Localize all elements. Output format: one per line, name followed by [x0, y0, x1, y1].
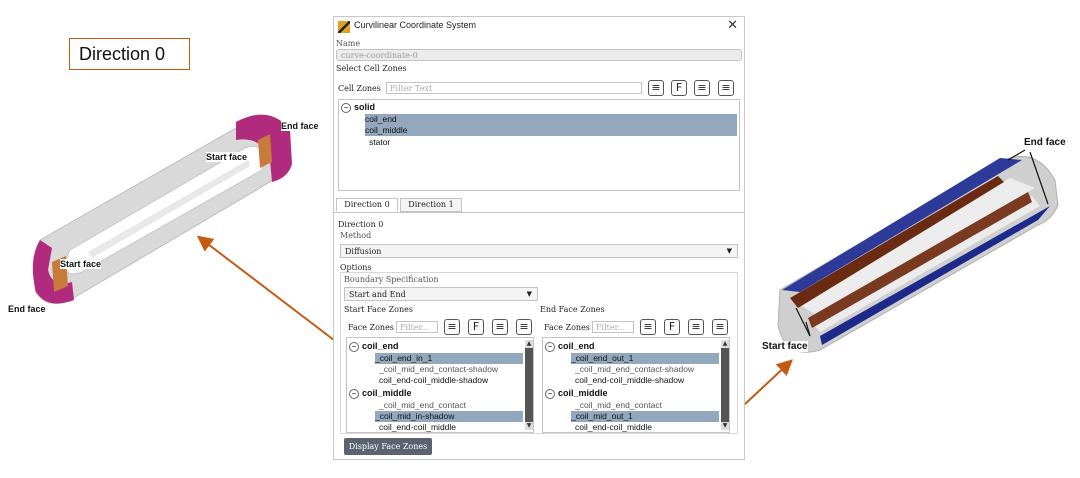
- cell-zone-item[interactable]: coil_end: [365, 114, 737, 125]
- curvilinear-coordinate-dialog: Curvilinear Coordinate System ✕ Name cur…: [333, 16, 745, 460]
- method-label: Method: [340, 231, 372, 240]
- chevron-down-icon: ▼: [526, 290, 532, 298]
- check-all-icon[interactable]: ≡: [694, 80, 710, 96]
- cell-zone-item[interactable]: coil_middle: [365, 125, 737, 136]
- start-face-item[interactable]: coil_end-coil_middle-shadow: [379, 375, 488, 385]
- tab-direction-1[interactable]: Direction 1: [400, 198, 462, 212]
- end-face-item[interactable]: coil_end-coil_middle-shadow: [575, 375, 684, 385]
- cell-zones-filter-input[interactable]: Filter Text: [386, 82, 642, 94]
- start-group-coil-end[interactable]: − coil_end: [349, 341, 399, 352]
- direction-label-text: Direction 0: [79, 44, 166, 64]
- tab-direction-0[interactable]: Direction 0: [336, 198, 398, 212]
- start-face-item[interactable]: _coil_mid_in-shadow: [375, 411, 523, 422]
- dialog-titlebar: Curvilinear Coordinate System ✕: [334, 17, 744, 37]
- end-face-item[interactable]: _coil_end_out_1: [571, 353, 719, 364]
- callout-left-end-face-bottom: End face: [8, 304, 46, 314]
- collapse-icon[interactable]: −: [349, 341, 359, 352]
- end-face-zones-label: End Face Zones: [540, 305, 605, 314]
- collapse-icon[interactable]: −: [545, 341, 555, 352]
- collapse-icon[interactable]: −: [341, 102, 351, 113]
- direction-heading: Direction 0: [338, 220, 384, 229]
- start-face-filter-input[interactable]: Filter...: [396, 321, 438, 333]
- select-all-icon[interactable]: ≡: [648, 80, 664, 96]
- scroll-up-icon[interactable]: ▲: [525, 340, 533, 348]
- close-icon[interactable]: ✕: [727, 18, 738, 33]
- collapse-icon[interactable]: −: [349, 388, 359, 399]
- end-face-filter-input[interactable]: Filter...: [592, 321, 634, 333]
- start-select-all-icon[interactable]: ≡: [444, 319, 460, 335]
- filter-zones-icon[interactable]: F: [671, 80, 687, 96]
- start-face-item[interactable]: coil_end-coil_middle: [379, 422, 456, 432]
- clear-all-icon[interactable]: ≡: [718, 80, 734, 96]
- callout-left-start-face-bottom: Start face: [60, 259, 102, 269]
- start-list-scrollbar[interactable]: [525, 348, 533, 422]
- start-face-zones-label: Start Face Zones: [344, 305, 413, 314]
- boundary-spec-select[interactable]: Start and End ▼: [344, 287, 538, 301]
- end-face-item[interactable]: _coil_mid_out_1: [571, 411, 719, 422]
- start-clear-icon[interactable]: ≡: [516, 319, 532, 335]
- end-check-icon[interactable]: ≡: [688, 319, 704, 335]
- app-logo-icon: [338, 21, 350, 33]
- cell-zones-label: Cell Zones: [338, 84, 381, 93]
- scroll-down-icon[interactable]: ▼: [525, 422, 533, 430]
- end-face-zones-list: − coil_end _coil_end_out_1 _coil_mid_end_…: [542, 337, 730, 433]
- chevron-down-icon: ▼: [726, 247, 732, 255]
- start-face-zones-filter-label: Face Zones: [348, 323, 394, 332]
- direction-label-box: Direction 0: [69, 38, 190, 70]
- right-coil-model: [777, 149, 1059, 353]
- start-face-item[interactable]: _coil_mid_end_contact: [379, 400, 466, 410]
- callout-left-end-face-top: End face: [281, 121, 319, 131]
- start-face-zones-list: − coil_end _coil_end_in_1 _coil_mid_end_c…: [346, 337, 534, 433]
- dialog-title: Curvilinear Coordinate System: [354, 20, 477, 30]
- tree-group-solid[interactable]: − solid: [341, 102, 375, 113]
- start-face-item[interactable]: _coil_mid_end_contact-shadow: [379, 364, 498, 374]
- callout-left-start-face-top: Start face: [206, 152, 248, 162]
- end-face-zones-filter-label: Face Zones: [544, 323, 590, 332]
- end-face-item[interactable]: coil_end-coil_middle: [575, 422, 652, 432]
- name-label: Name: [336, 39, 361, 48]
- end-face-item[interactable]: _coil_mid_end_contact: [575, 400, 662, 410]
- boundary-spec-label: Boundary Specification: [344, 275, 439, 284]
- name-field[interactable]: curve-coordinate-0: [336, 49, 742, 61]
- start-check-icon[interactable]: ≡: [492, 319, 508, 335]
- end-list-scrollbar[interactable]: [721, 348, 729, 422]
- collapse-icon[interactable]: −: [545, 388, 555, 399]
- start-face-item[interactable]: _coil_end_in_1: [375, 353, 523, 364]
- scroll-up-icon[interactable]: ▲: [721, 340, 729, 348]
- cell-zones-tree: − solid coil_end coil_middle stator: [338, 99, 740, 191]
- start-group-coil-middle[interactable]: − coil_middle: [349, 388, 412, 399]
- end-clear-icon[interactable]: ≡: [712, 319, 728, 335]
- method-select[interactable]: Diffusion ▼: [340, 244, 738, 258]
- end-face-item[interactable]: _coil_mid_end_contact-shadow: [575, 364, 694, 374]
- left-coil-model: [32, 114, 292, 304]
- cell-zone-item[interactable]: stator: [369, 137, 390, 147]
- scroll-down-icon[interactable]: ▼: [721, 422, 729, 430]
- callout-right-end-face: End face: [1024, 137, 1066, 148]
- select-cell-zones-label: Select Cell Zones: [336, 64, 407, 73]
- options-label: Options: [340, 263, 372, 272]
- end-group-coil-end[interactable]: − coil_end: [545, 341, 595, 352]
- tab-panel-border: [334, 212, 744, 213]
- end-group-coil-middle[interactable]: − coil_middle: [545, 388, 608, 399]
- callout-right-start-face: Start face: [762, 341, 808, 352]
- start-filter-icon[interactable]: F: [468, 319, 484, 335]
- end-filter-icon[interactable]: F: [664, 319, 680, 335]
- display-face-zones-button[interactable]: Display Face Zones: [344, 438, 432, 455]
- end-select-all-icon[interactable]: ≡: [640, 319, 656, 335]
